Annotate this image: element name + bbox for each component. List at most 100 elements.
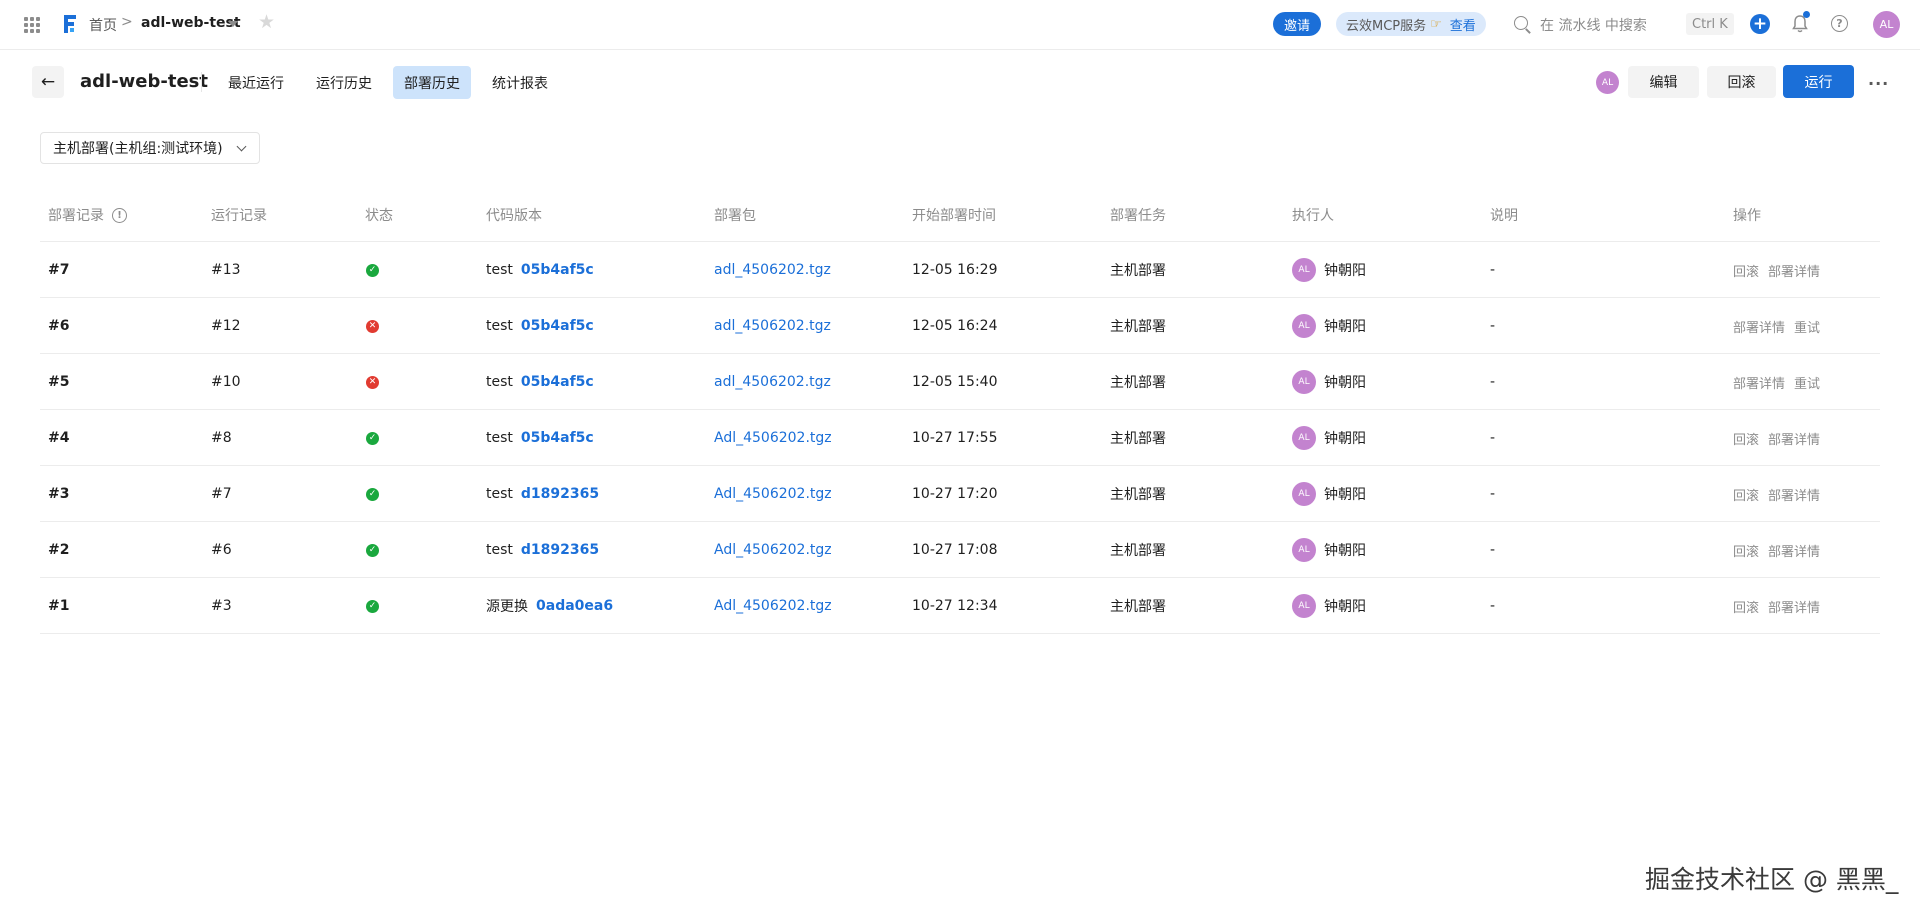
rollback-button[interactable]: 回滚 <box>1707 66 1776 98</box>
action-link[interactable]: 回滚 <box>1733 485 1759 504</box>
tab-statistics-report[interactable]: 统计报表 <box>481 66 559 99</box>
note-cell: - <box>1490 374 1496 390</box>
action-link[interactable]: 部署详情 <box>1733 317 1785 336</box>
column-header-status: 状态 <box>365 208 393 224</box>
search-shortcut-hint: Ctrl K <box>1686 13 1734 35</box>
info-icon[interactable]: ! <box>112 207 127 223</box>
run-record-cell[interactable]: #12 <box>211 298 241 354</box>
chevron-down-icon <box>236 141 247 152</box>
commit-link[interactable]: 05b4af5c <box>521 318 594 334</box>
action-link[interactable]: 部署详情 <box>1768 485 1820 504</box>
start-time-cell: 10-27 17:08 <box>912 542 998 558</box>
deploy-task-cell: 主机部署 <box>1110 487 1166 503</box>
table-body: #7 #13 ✓ test 05b4af5c adl_4506202.tgz 12-05 1… <box>40 242 1880 634</box>
tab-deploy-history[interactable]: 部署历史 <box>393 66 471 99</box>
user-avatar[interactable]: AL <box>1873 11 1900 38</box>
avatar: AL <box>1292 370 1316 394</box>
action-link[interactable]: 部署详情 <box>1733 373 1785 392</box>
executor-name: 钟朝阳 <box>1324 543 1366 559</box>
deploy-record-cell[interactable]: #6 <box>48 298 69 354</box>
package-link[interactable]: Adl_4506202.tgz <box>714 578 832 634</box>
run-record-cell[interactable]: #3 <box>211 578 232 634</box>
tab-recent-runs[interactable]: 最近运行 <box>217 66 295 99</box>
code-version-cell: 源更换 0ada0ea6 <box>486 578 613 634</box>
start-time-cell: 10-27 17:55 <box>912 430 998 446</box>
deploy-record-cell[interactable]: #2 <box>48 522 69 578</box>
package-link[interactable]: Adl_4506202.tgz <box>714 410 832 466</box>
deploy-record-cell[interactable]: #1 <box>48 578 69 634</box>
plus-icon[interactable]: + <box>1750 14 1770 34</box>
run-record-cell[interactable]: #8 <box>211 410 232 466</box>
commit-link[interactable]: d1892365 <box>521 542 599 558</box>
mcp-service-banner[interactable]: 云效MCP服务 ☞ 查看 <box>1336 12 1486 36</box>
deploy-record-cell[interactable]: #3 <box>48 466 69 522</box>
search-input[interactable]: 在 流水线 中搜索 <box>1540 15 1647 35</box>
invite-button[interactable]: 邀请 <box>1273 12 1321 36</box>
package-link[interactable]: adl_4506202.tgz <box>714 242 831 298</box>
more-icon[interactable]: ··· <box>1868 74 1889 93</box>
executor-cell: AL 钟朝阳 <box>1292 354 1366 410</box>
breadcrumb-separator: > <box>121 14 133 30</box>
code-version-cell: test 05b4af5c <box>486 298 594 354</box>
search-icon[interactable] <box>1514 16 1528 30</box>
tab-run-history[interactable]: 运行历史 <box>305 66 383 99</box>
package-link[interactable]: adl_4506202.tgz <box>714 298 831 354</box>
action-link[interactable]: 回滚 <box>1733 597 1759 616</box>
action-link[interactable]: 部署详情 <box>1768 429 1820 448</box>
action-link[interactable]: 回滚 <box>1733 429 1759 448</box>
executor-name: 钟朝阳 <box>1324 431 1366 447</box>
executor-cell: AL 钟朝阳 <box>1292 298 1366 354</box>
branch-name: test <box>486 486 513 502</box>
deploy-record-cell[interactable]: #4 <box>48 410 69 466</box>
commit-link[interactable]: 05b4af5c <box>521 430 594 446</box>
commit-link[interactable]: 0ada0ea6 <box>536 598 613 614</box>
mcp-view-link[interactable]: 查看 <box>1450 15 1476 34</box>
breadcrumb-project[interactable]: adl-web-test <box>141 15 241 31</box>
apps-grid-icon[interactable] <box>24 17 40 33</box>
back-button[interactable]: ← <box>32 66 64 98</box>
table-row: #6 #12 ✕ test 05b4af5c adl_4506202.tgz 12-05 1… <box>40 298 1880 354</box>
package-link[interactable]: adl_4506202.tgz <box>714 354 831 410</box>
action-link[interactable]: 重试 <box>1794 317 1820 336</box>
avatar: AL <box>1292 594 1316 618</box>
star-icon[interactable]: ★ <box>258 13 275 32</box>
breadcrumb-home[interactable]: 首页 <box>89 15 117 35</box>
page-title: adl-web-test <box>80 71 208 92</box>
run-record-cell[interactable]: #6 <box>211 522 232 578</box>
actions-cell: 回滚 部署详情 <box>1733 410 1829 466</box>
package-link[interactable]: Adl_4506202.tgz <box>714 522 832 578</box>
executor-cell: AL 钟朝阳 <box>1292 522 1366 578</box>
commit-link[interactable]: d1892365 <box>521 486 599 502</box>
code-version-cell: test d1892365 <box>486 466 599 522</box>
divider <box>201 72 202 92</box>
run-record-cell[interactable]: #10 <box>211 354 241 410</box>
actions-cell: 部署详情 重试 <box>1733 354 1829 410</box>
code-version-cell: test d1892365 <box>486 522 599 578</box>
column-header-deploy-record: 部署记录 ! <box>48 205 127 225</box>
action-link[interactable]: 部署详情 <box>1768 541 1820 560</box>
run-button[interactable]: 运行 <box>1783 65 1854 98</box>
action-link[interactable]: 部署详情 <box>1768 597 1820 616</box>
commit-link[interactable]: 05b4af5c <box>521 262 594 278</box>
commit-link[interactable]: 05b4af5c <box>521 374 594 390</box>
avatar: AL <box>1292 538 1316 562</box>
table-row: #1 #3 ✓ 源更换 0ada0ea6 Adl_4506202.tgz 10-27 12:… <box>40 578 1880 634</box>
action-link[interactable]: 回滚 <box>1733 541 1759 560</box>
logo-icon[interactable] <box>60 13 80 35</box>
deploy-record-cell[interactable]: #7 <box>48 242 69 298</box>
run-record-cell[interactable]: #13 <box>211 242 241 298</box>
action-link[interactable]: 重试 <box>1794 373 1820 392</box>
chevron-down-icon[interactable] <box>228 21 238 27</box>
package-link[interactable]: Adl_4506202.tgz <box>714 466 832 522</box>
start-time-cell: 12-05 16:29 <box>912 262 998 278</box>
run-record-cell[interactable]: #7 <box>211 466 232 522</box>
deploy-record-cell[interactable]: #5 <box>48 354 69 410</box>
failed-x-icon: ✕ <box>366 319 379 333</box>
edit-button[interactable]: 编辑 <box>1628 66 1699 98</box>
avatar[interactable]: AL <box>1596 71 1619 94</box>
action-link[interactable]: 回滚 <box>1733 261 1759 280</box>
column-header-run-record: 运行记录 <box>211 208 267 224</box>
help-icon[interactable]: ? <box>1831 15 1848 32</box>
deploy-task-select[interactable]: 主机部署(主机组:测试环境) <box>40 132 260 164</box>
action-link[interactable]: 部署详情 <box>1768 261 1820 280</box>
